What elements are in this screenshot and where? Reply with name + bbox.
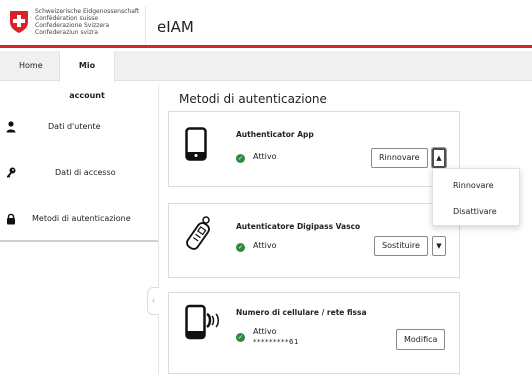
sidebar-item-label: Dati d'utente xyxy=(48,122,101,131)
actions-dropdown-menu: Rinnovare Disattivare xyxy=(432,168,520,226)
confederation-line-it: Confederazione Svizzera xyxy=(35,22,110,29)
key-icon xyxy=(6,167,16,178)
auth-method-title: Authenticator App xyxy=(236,130,314,139)
masked-phone-number: *********61 xyxy=(253,338,299,346)
lock-icon xyxy=(7,213,15,225)
auth-method-card: Authenticator App ✓ Attivo Rinnovare ▲ xyxy=(168,111,460,187)
header-divider xyxy=(145,6,146,44)
confederation-line-rm: Confederaziun svizra xyxy=(35,29,99,36)
status-text: Attivo xyxy=(253,241,277,250)
status-text: Attivo xyxy=(253,327,277,336)
page-title: Metodi di autenticazione xyxy=(179,92,327,106)
auth-method-title: Numero di cellulare / rete fissa xyxy=(236,308,367,317)
chevron-down-icon[interactable]: ▼ xyxy=(432,236,446,256)
tab-home[interactable]: Home xyxy=(19,51,43,81)
tab-bar: Home Mio account xyxy=(0,51,532,100)
sidebar-border xyxy=(158,85,159,374)
renew-button[interactable]: Rinnovare xyxy=(371,148,428,168)
check-circle-icon: ✓ xyxy=(236,154,245,163)
sidebar: Dati d'utente Dati di accesso Metodi di … xyxy=(0,81,159,246)
tab-mio-account[interactable]: Mio account xyxy=(59,51,115,100)
sidebar-item-metodi-autenticazione[interactable]: Metodi di autenticazione xyxy=(0,197,159,242)
swiss-coat-of-arms-icon xyxy=(10,11,28,33)
edit-button[interactable]: Modifica xyxy=(396,329,446,350)
digipass-token-icon xyxy=(186,216,210,250)
replace-button[interactable]: Sostituire xyxy=(374,236,428,256)
menu-item-renew[interactable]: Rinnovare xyxy=(453,181,494,190)
sidebar-item-dati-accesso[interactable]: Dati di accesso xyxy=(0,151,159,196)
check-circle-icon: ✓ xyxy=(236,333,245,342)
phone-signal-icon xyxy=(185,304,219,340)
sidebar-item-label: Dati di accesso xyxy=(55,168,116,177)
menu-item-deactivate[interactable]: Disattivare xyxy=(453,207,497,216)
user-icon xyxy=(6,121,16,133)
confederation-line-fr: Confédération suisse xyxy=(35,15,99,22)
page: Schweizerische Eidgenossenschaft Confédé… xyxy=(0,0,532,374)
status-badge: ✓ Attivo xyxy=(236,241,276,252)
auth-method-title: Autenticatore Digipass Vasco xyxy=(236,222,361,231)
status-text: Attivo xyxy=(253,152,277,161)
sidebar-collapse-button[interactable]: ‹ xyxy=(147,287,159,315)
app-title: eIAM xyxy=(157,18,194,36)
status-badge: ✓ Attivo xyxy=(236,152,276,163)
sidebar-item-label: Metodi di autenticazione xyxy=(32,214,131,223)
auth-method-card: Numero di cellulare / rete fissa ✓ Attivo… xyxy=(168,292,460,374)
site-header: Schweizerische Eidgenossenschaft Confédé… xyxy=(0,0,532,48)
confederation-line-de: Schweizerische Eidgenossenschaft xyxy=(35,8,140,15)
check-circle-icon: ✓ xyxy=(236,243,245,252)
sidebar-item-dati-utente[interactable]: Dati d'utente xyxy=(0,105,159,150)
auth-method-card: Autenticatore Digipass Vasco ✓ Attivo Sos… xyxy=(168,203,460,278)
smartphone-icon xyxy=(185,127,207,161)
confederation-name: Schweizerische Eidgenossenschaft Confédé… xyxy=(35,8,139,36)
chevron-up-icon[interactable]: ▲ xyxy=(431,147,447,169)
